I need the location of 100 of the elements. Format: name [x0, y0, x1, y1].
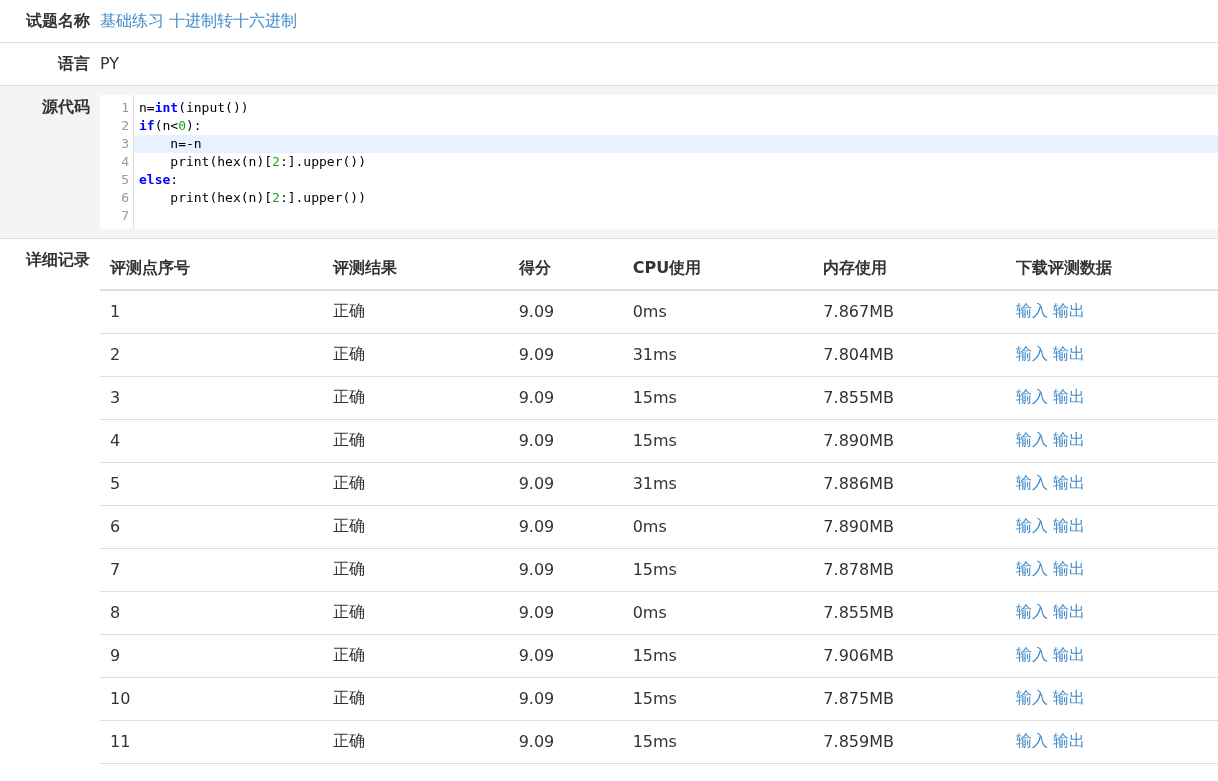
- input-download-link[interactable]: 输入: [1016, 344, 1049, 363]
- field-label: 试题名称: [24, 10, 90, 32]
- output-download-link[interactable]: 输出: [1053, 688, 1086, 707]
- input-download-link[interactable]: 输入: [1016, 473, 1049, 492]
- table-cell: 6: [100, 505, 323, 548]
- output-download-link[interactable]: 输出: [1053, 387, 1086, 406]
- input-download-link[interactable]: 输入: [1016, 516, 1049, 535]
- table-cell: 2: [100, 333, 323, 376]
- line-number: 4: [120, 153, 130, 171]
- input-download-link[interactable]: 输入: [1016, 731, 1049, 750]
- table-cell: 9.09: [508, 376, 623, 419]
- table-cell: 4: [100, 419, 323, 462]
- field-label: 语言: [56, 53, 90, 75]
- code-line: print(hex(n)[2:].upper()): [169, 153, 367, 171]
- table-cell: 9.09: [508, 634, 623, 677]
- table-cell: 正确: [323, 505, 509, 548]
- table-cell: 9.09: [508, 419, 623, 462]
- table-cell: 15ms: [622, 548, 814, 591]
- output-download-link[interactable]: 输出: [1053, 344, 1086, 363]
- output-download-link[interactable]: 输出: [1053, 602, 1086, 621]
- table-cell: 1: [100, 290, 323, 333]
- table-cell: 正确: [323, 548, 509, 591]
- input-download-link[interactable]: 输入: [1016, 301, 1049, 321]
- table-cell: 正确: [323, 290, 509, 333]
- input-download-link[interactable]: 输入: [1016, 559, 1049, 578]
- table-cell: 3: [100, 376, 323, 419]
- column-header: CPU使用: [622, 247, 814, 290]
- table-cell: 0ms: [622, 591, 814, 634]
- table-cell: 7.855MB: [813, 376, 1007, 419]
- input-download-link[interactable]: 输入: [1016, 688, 1049, 707]
- code-line: print(hex(n)[2:].upper()): [169, 189, 367, 207]
- table-cell: 正确: [323, 677, 509, 720]
- column-header: 得分: [508, 247, 623, 290]
- table-cell: 8: [100, 591, 323, 634]
- table-cell: 0ms: [622, 505, 814, 548]
- input-download-link[interactable]: 输入: [1016, 645, 1049, 664]
- table-cell: 31ms: [622, 333, 814, 376]
- code-line: n=int(input()): [138, 99, 250, 117]
- output-download-link[interactable]: 输出: [1053, 516, 1086, 535]
- code-line: else:: [138, 171, 180, 189]
- table-cell: 正确: [323, 419, 509, 462]
- output-download-link[interactable]: 输出: [1053, 559, 1086, 578]
- table-cell: 7.804MB: [813, 333, 1007, 376]
- line-number: 1: [120, 99, 130, 117]
- line-number: 7: [120, 207, 130, 225]
- input-download-link[interactable]: 输入: [1016, 430, 1049, 449]
- table-cell: 正确: [323, 376, 509, 419]
- field-label: 详细记录: [24, 249, 90, 271]
- output-download-link[interactable]: 输出: [1053, 645, 1086, 664]
- line-number: 2: [120, 117, 130, 135]
- table-cell: 9.09: [508, 290, 623, 333]
- line-number: 3: [120, 135, 130, 153]
- column-header: 内存使用: [813, 247, 1007, 290]
- code-line: if(n<0):: [138, 117, 203, 135]
- output-download-link[interactable]: 输出: [1053, 731, 1086, 750]
- table-cell: 7.906MB: [813, 634, 1007, 677]
- table-cell: 7.855MB: [813, 591, 1007, 634]
- table-cell: 31ms: [622, 462, 814, 505]
- table-cell: 9: [100, 634, 323, 677]
- table-cell: 15ms: [622, 677, 814, 720]
- table-cell: 7.890MB: [813, 419, 1007, 462]
- table-cell: 正确: [323, 462, 509, 505]
- table-cell: 正确: [323, 720, 509, 763]
- table-cell: 15ms: [622, 419, 814, 462]
- input-download-link[interactable]: 输入: [1016, 602, 1049, 621]
- table-cell: 正确: [323, 591, 509, 634]
- line-number: 5: [120, 171, 130, 189]
- table-cell: 10: [100, 677, 323, 720]
- column-header: 评测点序号: [100, 247, 323, 290]
- table-cell: 11: [100, 720, 323, 763]
- output-download-link[interactable]: 输出: [1053, 430, 1086, 449]
- column-header: 评测结果: [323, 247, 509, 290]
- table-cell: 正确: [323, 333, 509, 376]
- table-cell: 9.09: [508, 720, 623, 763]
- table-cell: 正确: [323, 634, 509, 677]
- table-cell: 7.875MB: [813, 677, 1007, 720]
- table-cell: 7.886MB: [813, 462, 1007, 505]
- table-cell: 15ms: [622, 634, 814, 677]
- table-cell: 7.859MB: [813, 720, 1007, 763]
- output-download-link[interactable]: 输出: [1053, 473, 1086, 492]
- field-label: 源代码: [41, 96, 90, 118]
- table-cell: 7.890MB: [813, 505, 1007, 548]
- problem-link[interactable]: 基础练习 十进制转十六进制: [100, 0, 298, 42]
- output-download-link[interactable]: 输出: [1053, 301, 1086, 321]
- input-download-link[interactable]: 输入: [1016, 387, 1049, 406]
- table-cell: 9.09: [508, 505, 623, 548]
- table-cell: 0ms: [622, 290, 814, 333]
- table-cell: 5: [100, 462, 323, 505]
- line-number: 6: [120, 189, 130, 207]
- table-cell: 7.867MB: [813, 290, 1007, 333]
- table-cell: 9.09: [508, 333, 623, 376]
- table-cell: 7: [100, 548, 323, 591]
- table-cell: 9.09: [508, 548, 623, 591]
- table-cell: 15ms: [622, 376, 814, 419]
- language-value: PY: [100, 53, 121, 75]
- table-cell: 15ms: [622, 720, 814, 763]
- table-cell: 7.878MB: [813, 548, 1007, 591]
- table-cell: 9.09: [508, 462, 623, 505]
- column-header: 下载评测数据: [1006, 247, 1218, 290]
- table-cell: 9.09: [508, 591, 623, 634]
